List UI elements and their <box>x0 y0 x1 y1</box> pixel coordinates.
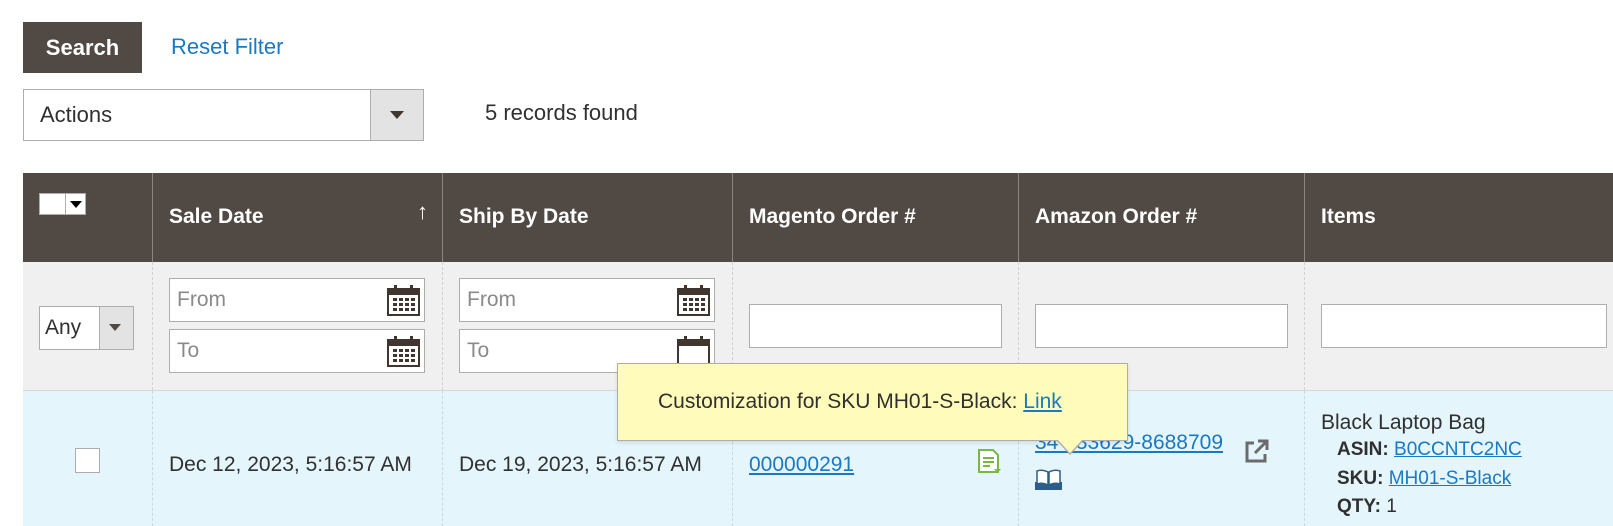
item-qty-label: QTY: <box>1337 496 1381 517</box>
reset-filter-link[interactable]: Reset Filter <box>171 33 283 61</box>
status-filter-toggle[interactable] <box>99 307 133 349</box>
row-checkbox[interactable] <box>75 448 100 473</box>
amazon-order-filter-input[interactable] <box>1035 304 1288 348</box>
header-amazon-order[interactable]: Amazon Order # <box>1018 173 1304 262</box>
calendar-icon[interactable] <box>387 284 420 316</box>
tooltip-text: Customization for SKU MH01-S-Black: <box>658 390 1024 413</box>
header-amazon-order-label: Amazon Order # <box>1035 205 1198 228</box>
status-filter-value: Any <box>45 316 82 339</box>
row-select-cell <box>23 391 152 526</box>
item-qty-line: QTY: 1 <box>1337 496 1397 518</box>
ship-date-from-placeholder: From <box>467 288 516 311</box>
orders-grid: Sale Date ↑ Ship By Date Magento Order #… <box>23 173 1613 526</box>
ship-date-to-placeholder: To <box>467 339 490 362</box>
header-magento-order-label: Magento Order # <box>749 205 916 228</box>
filter-sale-date-cell: From To <box>152 262 442 390</box>
item-asin-line: ASIN: B0CCNTC2NC <box>1337 439 1522 461</box>
note-icon[interactable] <box>976 448 1002 474</box>
row-ship-by-date: Dec 19, 2023, 5:16:57 AM <box>459 453 702 476</box>
records-count: 5 records found <box>485 100 638 125</box>
sale-date-to-input[interactable]: To <box>169 329 425 373</box>
book-icon[interactable] <box>1035 468 1062 490</box>
sale-date-from-input[interactable]: From <box>169 278 425 322</box>
header-items-label: Items <box>1321 205 1376 228</box>
search-button[interactable]: Search <box>23 22 142 73</box>
header-items[interactable]: Items <box>1304 173 1613 262</box>
status-filter-select[interactable]: Any <box>39 306 134 350</box>
actions-dropdown-label: Actions <box>40 102 113 127</box>
items-filter-input[interactable] <box>1321 304 1607 348</box>
chevron-down-icon <box>390 111 404 119</box>
calendar-icon[interactable] <box>677 284 710 316</box>
header-mass-select <box>23 173 152 262</box>
tooltip-link[interactable]: Link <box>1023 390 1062 413</box>
header-magento-order[interactable]: Magento Order # <box>732 173 1018 262</box>
actions-dropdown[interactable]: Actions <box>23 89 424 141</box>
filter-status-cell: Any <box>23 262 152 390</box>
header-ship-by-date[interactable]: Ship By Date <box>442 173 732 262</box>
mass-select-separator <box>65 194 66 214</box>
magento-order-link[interactable]: 000000291 <box>749 453 854 477</box>
magento-order-filter-input[interactable] <box>749 304 1002 348</box>
item-sku-label: SKU: <box>1337 468 1384 489</box>
mass-select-dropdown[interactable] <box>39 193 86 215</box>
ship-date-from-input[interactable]: From <box>459 278 715 322</box>
sort-arrow-icon: ↑ <box>417 199 428 224</box>
sale-date-to-placeholder: To <box>177 339 200 362</box>
tooltip-text-line: Customization for SKU MH01-S-Black: Link <box>658 390 1062 414</box>
external-link-icon[interactable] <box>1245 439 1269 463</box>
item-qty-value: 1 <box>1386 496 1397 517</box>
grid-header-row: Sale Date ↑ Ship By Date Magento Order #… <box>23 173 1613 262</box>
item-name: Black Laptop Bag <box>1321 411 1486 434</box>
tooltip-pointer-fill <box>1057 439 1083 453</box>
calendar-icon[interactable] <box>387 335 420 367</box>
header-sale-date[interactable]: Sale Date ↑ <box>152 173 442 262</box>
item-sku-line: SKU: MH01-S-Black <box>1337 468 1511 490</box>
row-items-cell: Black Laptop Bag ASIN: B0CCNTC2NC SKU: M… <box>1304 391 1613 526</box>
filter-items-cell <box>1304 262 1613 390</box>
item-sku-link[interactable]: MH01-S-Black <box>1389 468 1511 489</box>
header-sale-date-label: Sale Date <box>169 205 264 228</box>
sale-date-from-placeholder: From <box>177 288 226 311</box>
header-ship-by-date-label: Ship By Date <box>459 205 589 228</box>
chevron-down-icon <box>109 324 121 331</box>
item-asin-link[interactable]: B0CCNTC2NC <box>1394 439 1522 460</box>
item-asin-label: ASIN: <box>1337 439 1389 460</box>
row-sale-date: Dec 12, 2023, 5:16:57 AM <box>169 453 412 476</box>
actions-dropdown-toggle[interactable] <box>370 90 423 140</box>
chevron-down-icon <box>70 201 82 208</box>
customization-tooltip: Customization for SKU MH01-S-Black: Link <box>617 363 1128 441</box>
row-sale-date-cell: Dec 12, 2023, 5:16:57 AM <box>152 391 442 526</box>
